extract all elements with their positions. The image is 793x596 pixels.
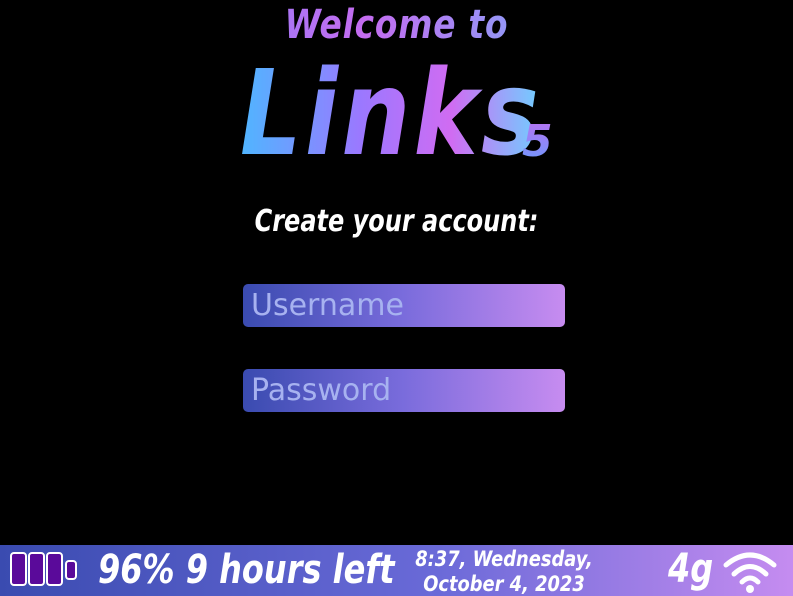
app-version: 5 — [522, 112, 553, 172]
clock: 8:37, Wednesday, October 4, 2023 — [415, 547, 593, 596]
battery-status: 96% 9 hours left — [98, 547, 395, 593]
create-account-heading: Create your account: — [254, 204, 539, 239]
app-title: Links 5 — [240, 48, 560, 178]
battery-cell — [10, 552, 27, 586]
app-name: Links — [240, 44, 543, 182]
battery-cell — [65, 560, 77, 580]
battery-cell — [46, 552, 63, 586]
battery-cell — [28, 552, 45, 586]
status-bar: 96% 9 hours left 8:37, Wednesday, Octobe… — [0, 545, 793, 596]
username-input[interactable] — [243, 284, 565, 327]
welcome-heading: Welcome to — [71, 0, 721, 50]
password-input[interactable] — [243, 369, 565, 412]
username-field[interactable] — [243, 284, 565, 327]
network-type: 4g — [668, 546, 714, 592]
wifi-icon — [723, 552, 777, 593]
battery-icon — [10, 552, 80, 588]
password-field[interactable] — [243, 369, 565, 412]
